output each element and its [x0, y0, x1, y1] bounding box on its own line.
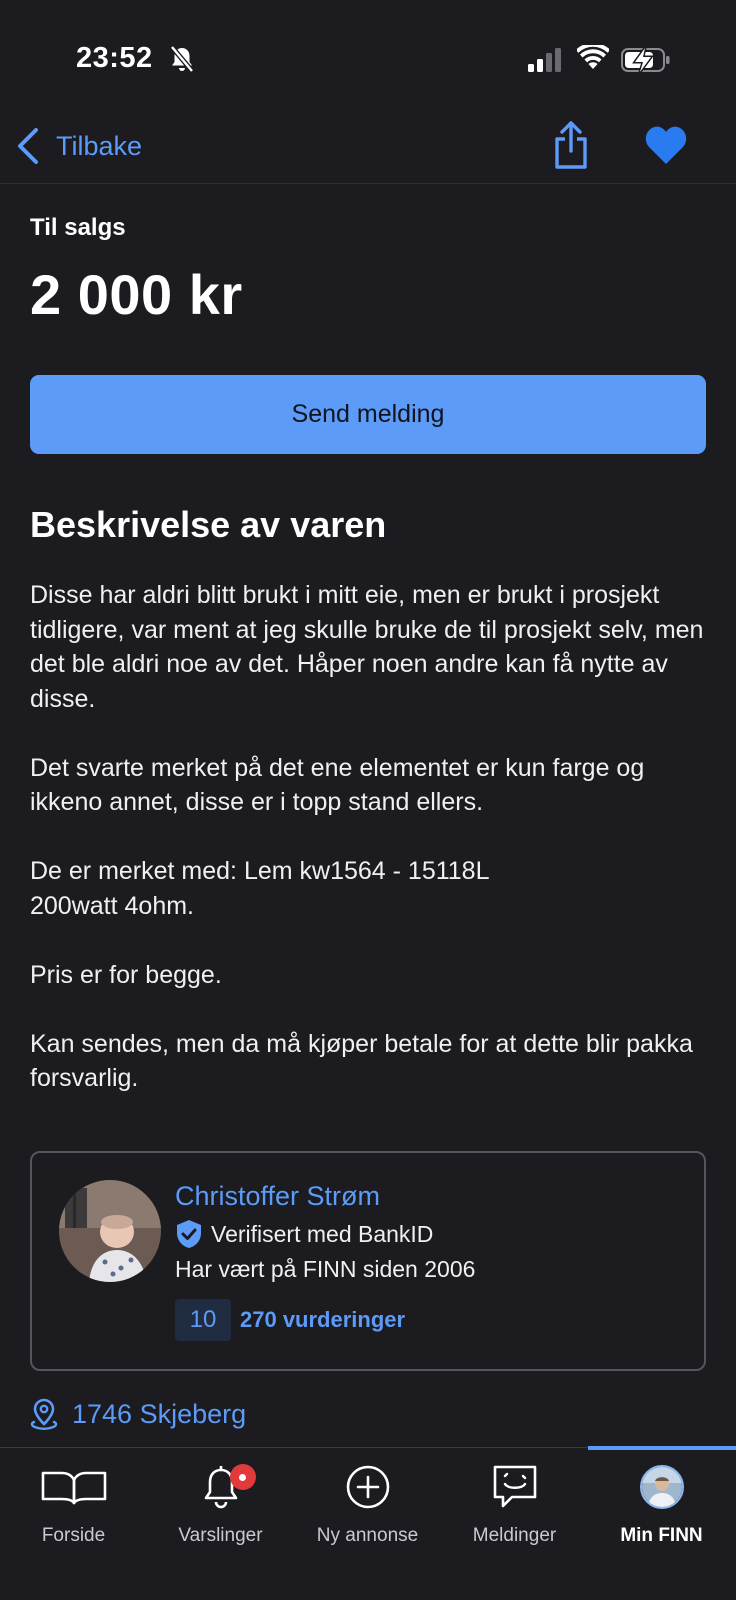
tab-meldinger[interactable]: Meldinger: [441, 1448, 588, 1558]
description-body: Disse har aldri blitt brukt i mitt eie, …: [30, 578, 706, 1130]
chevron-left-icon: [18, 128, 38, 164]
shield-check-icon: [177, 1220, 201, 1248]
profile-avatar: [639, 1465, 684, 1509]
book-icon: [41, 1471, 106, 1505]
status-time: 23:52: [76, 42, 153, 74]
seller-avatar[interactable]: [59, 1180, 161, 1282]
tab-varslinger[interactable]: Varslinger: [147, 1448, 294, 1558]
location-link[interactable]: 1746 Skjeberg: [30, 1398, 246, 1430]
location-pin-icon: [30, 1398, 58, 1430]
description-paragraph: Kan sendes, men da må kjøper betale for …: [30, 1029, 693, 1093]
tab-forside[interactable]: Forside: [0, 1448, 147, 1558]
battery-charging-icon: [621, 47, 670, 73]
wifi-icon: [577, 45, 609, 69]
back-button[interactable]: Tilbake: [14, 124, 142, 168]
bell-off-icon: [170, 45, 194, 73]
status-bar: 23:52: [0, 0, 736, 110]
location-text: 1746 Skjeberg: [72, 1398, 247, 1429]
description-line: 200watt 4ohm.: [30, 891, 194, 920]
tab-label: Forside: [41, 1525, 106, 1546]
description-paragraph: Pris er for begge.: [30, 960, 222, 989]
tab-label: Varslinger: [178, 1525, 263, 1546]
cellular-signal-icon: [528, 48, 561, 72]
description-line: De er merket med: Lem kw1564 - 15118L: [30, 857, 490, 885]
plus-circle-icon: [346, 1465, 389, 1509]
chat-icon: [493, 1465, 536, 1508]
tab-label: Ny annonse: [316, 1525, 419, 1546]
notification-badge: [229, 1464, 256, 1490]
tab-bar: Forside Varslinger Ny annonse Meldinger …: [0, 1446, 736, 1600]
verified-text: Verifisert med BankID: [211, 1220, 434, 1247]
member-since: Har vært på FINN siden 2006: [175, 1256, 476, 1282]
tab-min-finn[interactable]: Min FINN: [588, 1448, 735, 1558]
tab-label: Meldinger: [472, 1525, 557, 1546]
seller-card[interactable]: Christoffer Strøm Verifisert med BankID …: [30, 1151, 706, 1371]
rating-score: 10: [175, 1299, 231, 1341]
listing-status: Til salgs: [30, 214, 126, 241]
description-paragraph: Disse har aldri blitt brukt i mitt eie, …: [30, 581, 704, 713]
rating-count-link[interactable]: 270 vurderinger: [240, 1307, 405, 1333]
description-title: Beskrivelse av varen: [30, 504, 387, 545]
listing-price: 2 000 kr: [30, 263, 243, 326]
seller-rating[interactable]: 10 270 vurderinger: [175, 1299, 405, 1341]
description-paragraph: Det svarte merket på det ene elementet e…: [30, 753, 645, 817]
tab-ny-annonse[interactable]: Ny annonse: [294, 1448, 441, 1558]
share-icon[interactable]: [551, 120, 591, 170]
navigation-bar: Tilbake: [0, 110, 736, 184]
seller-name[interactable]: Christoffer Strøm: [175, 1181, 380, 1212]
verified-badge: Verifisert med BankID: [175, 1219, 433, 1249]
back-label: Tilbake: [56, 130, 143, 161]
tab-label: Min FINN: [620, 1525, 703, 1546]
send-message-button[interactable]: Send melding: [30, 375, 706, 454]
favorite-heart-icon[interactable]: [644, 124, 688, 166]
